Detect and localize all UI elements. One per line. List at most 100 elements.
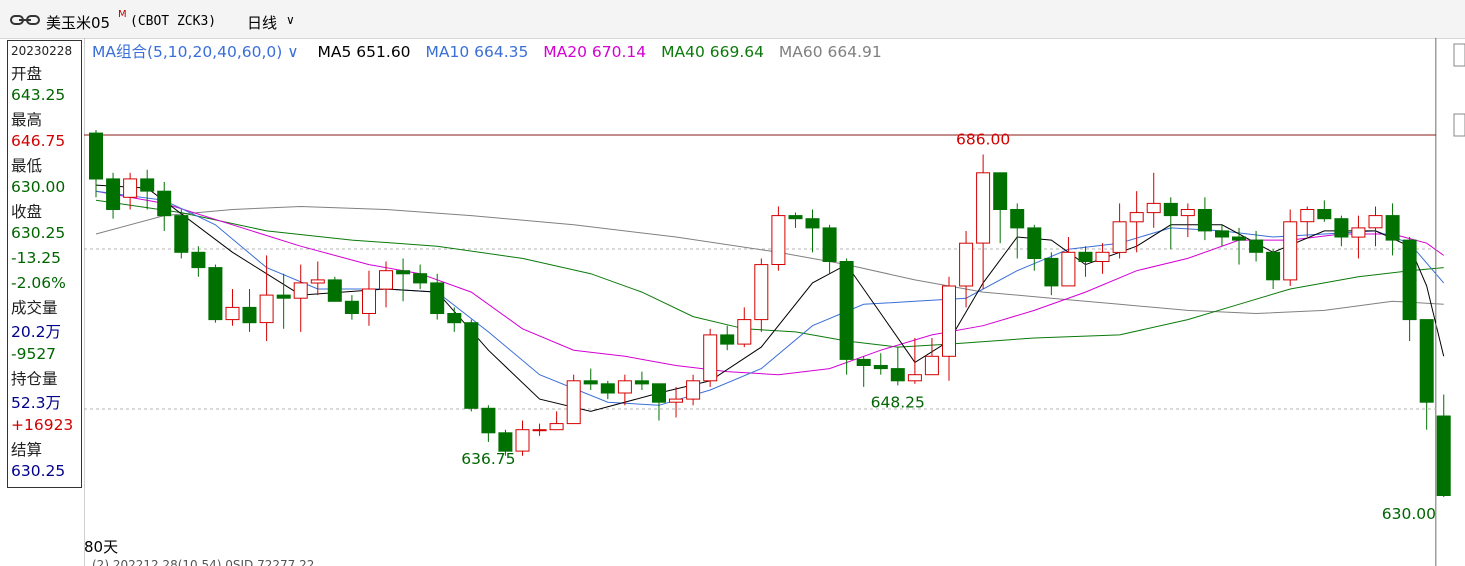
ma20-legend: MA20 670.14	[543, 43, 647, 61]
candle-body	[157, 190, 172, 217]
ma60-legend: MA60 664.91	[778, 43, 882, 61]
scale-tab-mid[interactable]	[1453, 113, 1465, 137]
right-scale-edge	[1436, 38, 1465, 566]
candle-body	[822, 227, 837, 262]
candle-body	[583, 380, 598, 385]
candlestick-chart[interactable]: 686.00 636.75 648.25 630.00	[84, 38, 1465, 566]
period-count: 80天	[84, 538, 119, 556]
low-label: 最低	[11, 157, 43, 175]
candle-body	[1197, 209, 1212, 232]
candle-body	[123, 178, 138, 198]
candle-body	[669, 398, 683, 403]
titlebar: 美玉米05 M (CBOT ZCK3) 日线 ∨	[0, 0, 1465, 39]
candle-body	[447, 313, 462, 324]
candle-body	[1129, 212, 1144, 223]
open-interest-label: 持仓量	[11, 370, 58, 388]
scale-tab-top[interactable]	[1453, 43, 1465, 67]
candle-body	[344, 300, 359, 314]
candle-body	[993, 172, 1008, 211]
candle-body	[873, 365, 888, 370]
candle-body	[532, 429, 547, 432]
ma-legend: MA组合(5,10,20,40,60,0) ∨ MA5 651.60 MA10 …	[92, 40, 882, 62]
change-value: -13.25	[11, 249, 61, 267]
settle-value: 630.25	[11, 462, 66, 480]
candle-body	[89, 132, 103, 180]
candle-body	[805, 218, 820, 229]
candle-body	[600, 383, 615, 394]
candle-body	[634, 380, 649, 385]
open-value: 643.25	[11, 86, 66, 104]
candle-body	[1215, 230, 1229, 238]
ma5-legend: MA5 651.60	[317, 43, 411, 61]
candle-body	[976, 172, 991, 244]
candle-body	[652, 383, 666, 403]
candle-body	[1044, 257, 1059, 287]
candle-body	[890, 368, 905, 382]
close-label: 收盘	[11, 203, 43, 221]
candle-body	[1146, 202, 1161, 214]
ma-combo-selector[interactable]: MA组合(5,10,20,40,60,0) ∨	[92, 43, 299, 61]
candle-body	[1095, 251, 1110, 263]
candle-body	[1402, 239, 1417, 321]
candle-body	[942, 285, 956, 357]
volume-label: 成交量	[11, 299, 58, 317]
instrument-code: (CBOT ZCK3)	[130, 14, 217, 29]
price-annotation: 636.75	[461, 450, 515, 468]
candle-body	[737, 319, 752, 345]
candle-body	[396, 270, 411, 275]
low-value: 630.00	[11, 178, 66, 196]
high-value: 646.75	[11, 132, 66, 150]
candle-body	[515, 429, 530, 452]
candle-body	[1419, 319, 1434, 403]
instrument-name: 美玉米05	[46, 14, 111, 32]
candle-body	[686, 380, 701, 400]
change-pct-value: -2.06%	[11, 274, 66, 292]
candle-body	[1027, 227, 1042, 259]
candle-body	[1334, 218, 1349, 238]
candle-body	[413, 273, 428, 284]
open-interest-value: 52.3万	[11, 394, 62, 412]
candle-body	[362, 288, 376, 314]
candle-body	[924, 355, 939, 376]
candle-body	[1266, 251, 1281, 281]
candle-body	[1163, 202, 1178, 217]
ma40-line	[95, 199, 1444, 348]
candle-body	[140, 178, 155, 192]
candle-body	[1010, 209, 1025, 229]
candle-body	[276, 294, 291, 299]
high-label: 最高	[11, 111, 43, 129]
candle-body	[1180, 209, 1195, 217]
candle-body	[242, 306, 257, 324]
candle-body	[1078, 251, 1093, 263]
price-annotation: 686.00	[956, 131, 1010, 149]
candle-body	[959, 242, 974, 287]
candle-body	[310, 279, 325, 284]
candle-body	[907, 374, 922, 382]
candle-body	[174, 215, 189, 253]
candle-body	[856, 358, 871, 366]
candle-body	[1368, 215, 1383, 229]
candle-body	[720, 334, 735, 345]
candle-body	[1249, 239, 1264, 253]
chevron-down-icon[interactable]: ∨	[286, 13, 295, 27]
candle-body	[1232, 236, 1246, 241]
candle-body	[191, 251, 206, 269]
candle-body	[430, 282, 445, 314]
candle-body	[839, 261, 854, 360]
candle-body	[1061, 251, 1076, 287]
candle-body	[771, 215, 786, 266]
period-selector[interactable]: 日线	[247, 12, 277, 33]
chevron-down-icon: ∨	[282, 43, 299, 61]
quote-info-panel: 20230228 开盘 643.25 最高 646.75 最低 630.00 收…	[7, 40, 82, 488]
candle-body	[1283, 221, 1298, 281]
candle-body	[327, 279, 342, 302]
price-annotation: 648.25	[871, 393, 925, 411]
close-value: 630.25	[11, 224, 66, 242]
candle-body	[259, 294, 274, 324]
candle-body	[208, 267, 223, 321]
candle-body	[549, 423, 564, 431]
open-label: 开盘	[11, 65, 43, 83]
link-icon[interactable]	[10, 13, 40, 27]
candle-body	[1112, 221, 1127, 253]
sub-chart-header: (2) 202212 28(10 54) 0SID 72277 22	[92, 558, 315, 566]
